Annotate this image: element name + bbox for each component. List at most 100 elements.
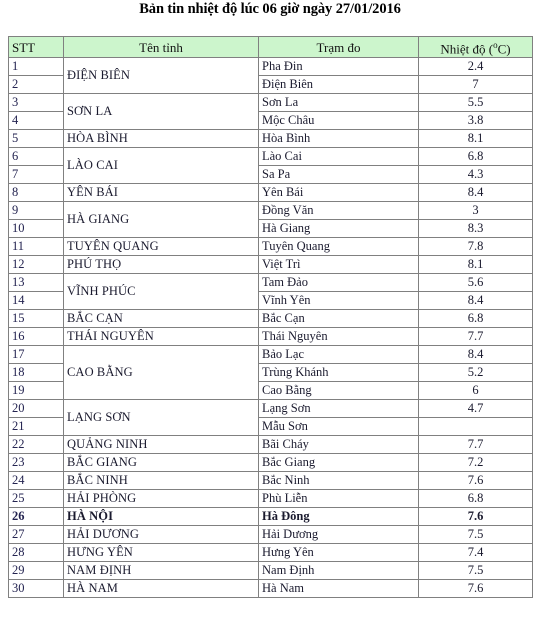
cell-temperature: 7: [418, 75, 533, 95]
cell-province: LÀO CAI: [63, 147, 259, 185]
cell-stt: 20: [8, 399, 64, 419]
cell-station: Việt Trì: [258, 255, 419, 275]
table-row: 26 HÀ NỘI Hà Đông 7.6: [8, 507, 533, 527]
cell-province: NAM ĐỊNH: [63, 561, 259, 581]
cell-temperature: 8.4: [418, 291, 533, 311]
table-row: 20 LẠNG SƠN Lạng Sơn 4.7: [8, 399, 533, 437]
table-row: 8 YÊN BÁI Yên Bái 8.4: [8, 183, 533, 203]
cell-station: Hải Dương: [258, 525, 419, 545]
cell-stt: 25: [8, 489, 64, 509]
table-row: 30 HÀ NAM Hà Nam 7.6: [8, 579, 533, 599]
table-row: 3 SƠN LA Sơn La 5.5: [8, 93, 533, 131]
cell-province: THÁI NGUYÊN: [63, 327, 259, 347]
table-row: 29 NAM ĐỊNH Nam Định 7.5: [8, 561, 533, 581]
cell-province: VĨNH PHÚC: [63, 273, 259, 311]
cell-province: SƠN LA: [63, 93, 259, 131]
cell-stt: 1: [8, 57, 64, 77]
column-header-province: Tên tỉnh: [63, 35, 259, 59]
cell-stt: 5: [8, 129, 64, 149]
cell-temperature: 7.7: [418, 435, 533, 455]
cell-station: Nam Định: [258, 561, 419, 581]
cell-stt: 2: [8, 75, 64, 95]
cell-province: HÀ GIANG: [63, 201, 259, 239]
table-row: 15 BẮC CẠN Bắc Cạn 6.8: [8, 309, 533, 329]
cell-temperature: 8.4: [418, 345, 533, 365]
cell-temperature: 2.4: [418, 57, 533, 77]
cell-stt: 21: [8, 417, 64, 437]
cell-stt: 19: [8, 381, 64, 401]
cell-station: Hà Đông: [258, 507, 419, 527]
cell-temperature: 7.6: [418, 471, 533, 491]
cell-stt: 22: [8, 435, 64, 455]
cell-temperature: 3: [418, 201, 533, 221]
cell-station: Lạng Sơn: [258, 399, 419, 419]
cell-temperature: 8.4: [418, 183, 533, 203]
cell-station: Thái Nguyên: [258, 327, 419, 347]
table-row: 6 LÀO CAI Lào Cai 6.8: [8, 147, 533, 185]
cell-stt: 8: [8, 183, 64, 203]
cell-stt: 27: [8, 525, 64, 545]
table-row: 16 THÁI NGUYÊN Thái Nguyên 7.7: [8, 327, 533, 347]
cell-stt: 6: [8, 147, 64, 167]
cell-stt: 17: [8, 345, 64, 365]
cell-province: YÊN BÁI: [63, 183, 259, 203]
cell-stt: 28: [8, 543, 64, 563]
cell-province: TUYÊN QUANG: [63, 237, 259, 257]
column-header-stt: STT: [8, 35, 64, 59]
cell-station: Sơn La: [258, 93, 419, 113]
cell-station: Hưng Yên: [258, 543, 419, 563]
cell-stt: 4: [8, 111, 64, 131]
cell-province: ĐIỆN BIÊN: [63, 57, 259, 95]
cell-province: BẮC CẠN: [63, 309, 259, 329]
cell-province: BẮC NINH: [63, 471, 259, 491]
cell-stt: 14: [8, 291, 64, 311]
cell-temperature: 6.8: [418, 489, 533, 509]
cell-station: Hà Giang: [258, 219, 419, 239]
cell-stt: 15: [8, 309, 64, 329]
cell-stt: 18: [8, 363, 64, 383]
table-row: 9 HÀ GIANG Đồng Văn 3: [8, 201, 533, 239]
temperature-table: STT Tên tỉnh Trạm đo Nhiệt độ (oC) 1 ĐIỆN…: [8, 35, 533, 599]
table-header: STT Tên tỉnh Trạm đo Nhiệt độ (oC): [8, 35, 533, 59]
cell-station: Sa Pa: [258, 165, 419, 185]
cell-station: Mộc Châu: [258, 111, 419, 131]
cell-province: HÀ NAM: [63, 579, 259, 599]
cell-station: Vĩnh Yên: [258, 291, 419, 311]
cell-temperature: 7.4: [418, 543, 533, 563]
cell-temperature: 7.6: [418, 507, 533, 527]
cell-stt: 9: [8, 201, 64, 221]
cell-temperature: 6.8: [418, 309, 533, 329]
cell-station: Hà Nam: [258, 579, 419, 599]
table-row: 23 BẮC GIANG Bắc Giang 7.2: [8, 453, 533, 473]
table-row: 28 HƯNG YÊN Hưng Yên 7.4: [8, 543, 533, 563]
cell-province: HÒA BÌNH: [63, 129, 259, 149]
cell-temperature: 5.2: [418, 363, 533, 383]
cell-stt: 7: [8, 165, 64, 185]
cell-temperature: 8.1: [418, 129, 533, 149]
cell-stt: 30: [8, 579, 64, 599]
table-row: 27 HẢI DƯƠNG Hải Dương 7.5: [8, 525, 533, 545]
temperature-table-container: STT Tên tỉnh Trạm đo Nhiệt độ (oC) 1 ĐIỆN…: [8, 35, 533, 599]
cell-station: Pha Đin: [258, 57, 419, 77]
cell-temperature: 7.2: [418, 453, 533, 473]
cell-stt: 12: [8, 255, 64, 275]
cell-stt: 11: [8, 237, 64, 257]
cell-temperature: 6.8: [418, 147, 533, 167]
temperature-label-text: Nhiệt độ (: [440, 41, 494, 57]
column-header-station: Trạm đo: [258, 35, 419, 59]
cell-province: HƯNG YÊN: [63, 543, 259, 563]
temperature-label-tail: C): [497, 41, 511, 57]
cell-temperature: 7.5: [418, 561, 533, 581]
cell-province: HẢI PHÒNG: [63, 489, 259, 509]
table-row: 22 QUẢNG NINH Bãi Cháy 7.7: [8, 435, 533, 455]
cell-station: Đồng Văn: [258, 201, 419, 221]
cell-stt: 23: [8, 453, 64, 473]
cell-province: BẮC GIANG: [63, 453, 259, 473]
cell-station: Phù Liễn: [258, 489, 419, 509]
cell-temperature: 5.5: [418, 93, 533, 113]
table-row: 5 HÒA BÌNH Hòa Bình 8.1: [8, 129, 533, 149]
column-header-temperature: Nhiệt độ (oC): [418, 35, 533, 59]
cell-temperature: 3.8: [418, 111, 533, 131]
cell-temperature: [418, 417, 533, 437]
cell-station: Bắc Giang: [258, 453, 419, 473]
